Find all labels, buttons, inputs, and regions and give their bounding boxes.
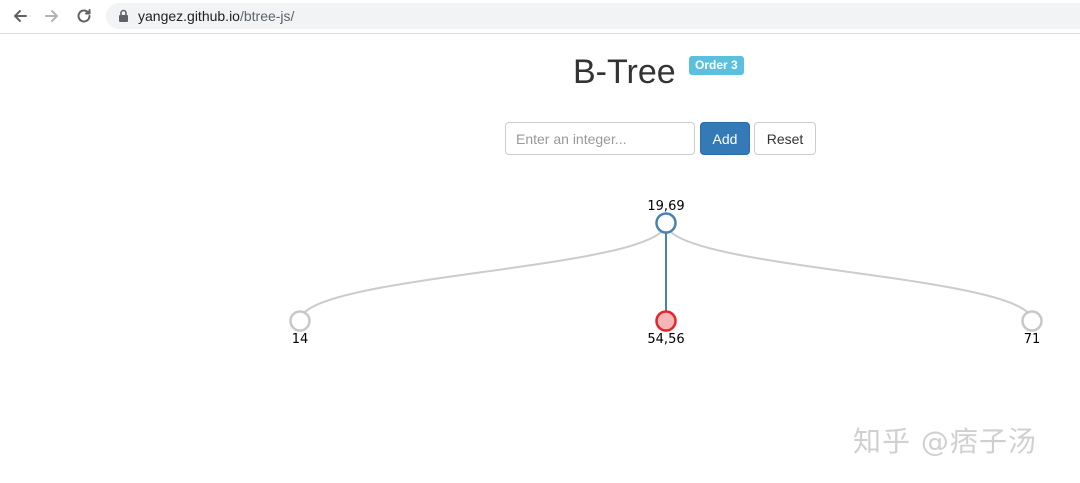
- watermark: 知乎 @痞子汤: [853, 425, 1037, 458]
- url-path: /btree-js/: [239, 8, 295, 24]
- arrow-right-icon: [45, 10, 58, 22]
- node-label-middle: 54,56: [647, 332, 684, 347]
- tree-node-right[interactable]: [1021, 310, 1043, 332]
- reload-icon: [77, 9, 91, 23]
- page-content: B-Tree Order 3 Add Reset 19,69 14 54,56 …: [0, 34, 1080, 483]
- url-text: yangez.github.io/btree-js/: [138, 8, 294, 24]
- tree-link-left: [299, 222, 667, 322]
- back-button[interactable]: [9, 5, 31, 27]
- forward-button[interactable]: [41, 5, 63, 27]
- btree-diagram: 19,69 14 54,56 71: [289, 199, 1043, 347]
- tree-link-right: [665, 222, 1033, 322]
- node-label-right: 71: [1024, 332, 1041, 347]
- url-host: yangez.github.io: [138, 8, 240, 24]
- node-label-root: 19,69: [647, 199, 684, 214]
- lock-icon: [119, 9, 128, 22]
- browser-toolbar: yangez.github.io/btree-js/: [0, 0, 1080, 34]
- reload-button[interactable]: [73, 5, 95, 27]
- tree-node-left[interactable]: [289, 310, 311, 332]
- tree-node-root[interactable]: [655, 212, 677, 234]
- arrow-left-icon: [14, 10, 27, 22]
- tree-node-middle[interactable]: [655, 310, 677, 332]
- node-label-left: 14: [292, 332, 309, 347]
- address-bar[interactable]: yangez.github.io/btree-js/: [106, 3, 1080, 29]
